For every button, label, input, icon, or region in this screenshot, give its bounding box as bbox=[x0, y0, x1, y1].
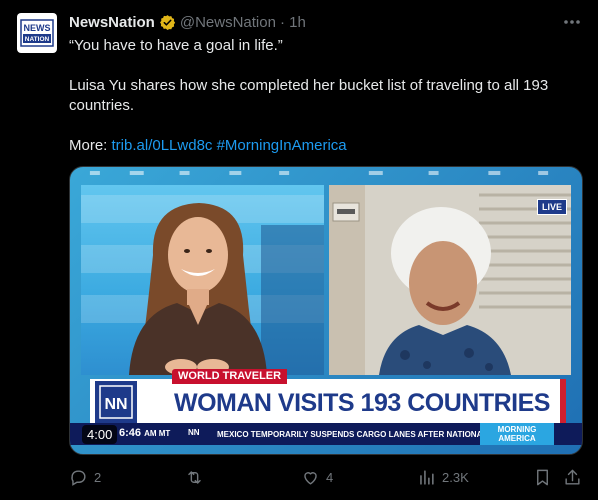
show-line2: AMERICA bbox=[498, 434, 536, 443]
like-count: 4 bbox=[326, 470, 334, 485]
video-duration: 4:00 bbox=[82, 425, 118, 444]
views-count: 2.3K bbox=[442, 470, 469, 485]
video-headline: WOMAN VISITS 193 COUNTRIES bbox=[174, 389, 550, 417]
video-player[interactable]: LIVE NN WORLD TRAVELER WOMAN VISITS 193 … bbox=[69, 166, 583, 455]
clock-value: 6:46 bbox=[119, 427, 142, 439]
repost-button[interactable] bbox=[185, 468, 210, 487]
post-more-line: More: trib.al/0LLwd8c #MorningInAmerica bbox=[69, 136, 579, 156]
reply-icon bbox=[71, 470, 86, 486]
ticker-clock: 6:46 AM MT bbox=[119, 427, 170, 439]
views-button[interactable]: 2.3K bbox=[417, 468, 469, 487]
decorative-stripes bbox=[89, 171, 549, 176]
live-badge: LIVE bbox=[536, 199, 567, 215]
ticker-brand: NN bbox=[188, 428, 200, 437]
clock-suffix: AM MT bbox=[144, 429, 171, 438]
video-left-panel bbox=[81, 185, 324, 375]
avatar-text-top: NEWS bbox=[24, 23, 51, 33]
newsnation-logo-icon: NEWS NATION bbox=[20, 19, 54, 47]
svg-text:NN: NN bbox=[104, 396, 127, 413]
bookmark-icon bbox=[537, 469, 548, 486]
nn-logo-icon: NN bbox=[95, 381, 137, 423]
post-text: “You have to have a goal in life.” Luisa… bbox=[69, 36, 579, 156]
share-icon bbox=[565, 469, 580, 485]
bookmark-button[interactable] bbox=[533, 468, 552, 487]
avatar[interactable]: NEWS NATION bbox=[17, 13, 57, 53]
post-header: NewsNation @NewsNation · 1h bbox=[69, 12, 306, 32]
show-line1: MORNING bbox=[497, 425, 537, 434]
author-handle[interactable]: @NewsNation bbox=[180, 14, 276, 31]
action-bar: 2 4 2.3K bbox=[69, 468, 583, 490]
post-quote: “You have to have a goal in life.” bbox=[69, 37, 283, 54]
more-options-icon[interactable] bbox=[562, 12, 582, 32]
guest-illustration bbox=[329, 185, 571, 375]
share-button[interactable] bbox=[563, 468, 582, 487]
repost-icon bbox=[188, 471, 201, 484]
presenter-illustration bbox=[81, 195, 324, 375]
show-logo: MORNING AMERICA bbox=[480, 423, 554, 445]
reply-count: 2 bbox=[94, 470, 102, 485]
post-body: Luisa Yu shares how she completed her bu… bbox=[69, 77, 549, 114]
verified-badge-icon[interactable] bbox=[159, 14, 176, 31]
like-button[interactable]: 4 bbox=[301, 468, 333, 487]
post-link[interactable]: trib.al/0LLwd8c bbox=[112, 137, 213, 154]
ticker-text: MEXICO TEMPORARILY SUSPENDS CARGO LANES … bbox=[217, 430, 488, 439]
avatar-text-bottom: NATION bbox=[25, 36, 50, 43]
heart-icon bbox=[304, 472, 317, 485]
more-label: More: bbox=[69, 137, 108, 154]
hashtag-link[interactable]: #MorningInAmerica bbox=[217, 137, 347, 154]
segment-tag: WORLD TRAVELER bbox=[172, 369, 288, 384]
post-time[interactable]: · 1h bbox=[280, 14, 306, 31]
video-right-panel: LIVE bbox=[329, 185, 571, 375]
views-icon bbox=[420, 470, 434, 485]
author-name[interactable]: NewsNation bbox=[69, 14, 155, 31]
reply-button[interactable]: 2 bbox=[69, 468, 101, 487]
